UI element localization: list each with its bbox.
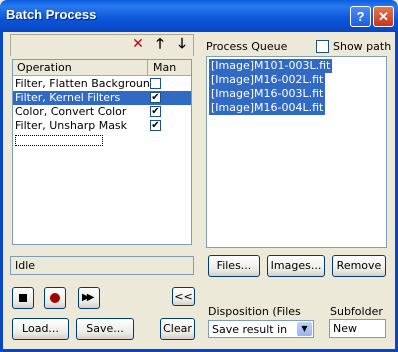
disposition-select[interactable]: Save result in ▼: [208, 320, 314, 338]
title-bar: Batch Process ? ✕: [0, 0, 398, 32]
files-button[interactable]: Files...: [208, 255, 260, 277]
stop-icon: [19, 294, 27, 302]
subfolder-input[interactable]: New: [329, 319, 386, 338]
save-button[interactable]: Save...: [76, 318, 134, 340]
show-path-label[interactable]: Show path: [333, 40, 391, 53]
operation-name: Filter, Flatten Background: [15, 77, 157, 90]
operation-name: Filter, Kernel Filters: [15, 91, 121, 104]
window-title: Batch Process: [6, 7, 97, 22]
load-button[interactable]: Load...: [12, 318, 69, 340]
manual-checkbox[interactable]: [150, 78, 161, 89]
column-operation[interactable]: Operation: [13, 60, 148, 76]
operation-row[interactable]: Color, Convert Color ✔: [13, 105, 191, 119]
show-path-checkbox[interactable]: [316, 40, 329, 53]
operation-list-header: Operation Man: [13, 60, 191, 76]
record-button[interactable]: [44, 287, 66, 309]
clear-button[interactable]: Clear: [160, 318, 195, 340]
fast-forward-icon: ▶▶: [82, 292, 95, 303]
queue-item[interactable]: [Image]M101-003L.fit: [209, 59, 333, 73]
run-button[interactable]: ▶▶: [78, 287, 100, 309]
images-button[interactable]: Images...: [267, 255, 325, 277]
arrow-up-icon[interactable]: 🡑: [152, 36, 168, 52]
queue-item[interactable]: [Image]M16-004L.fit: [209, 101, 326, 115]
operation-row-selected[interactable]: Filter, Kernel Filters ✔: [13, 91, 191, 105]
disposition-label: Disposition (Files: [208, 305, 301, 318]
manual-checkbox[interactable]: ✔: [150, 106, 161, 117]
close-button[interactable]: ✕: [373, 6, 394, 27]
remove-button[interactable]: Remove: [332, 255, 386, 277]
operation-row[interactable]: Filter, Flatten Background: [13, 77, 191, 91]
stop-button[interactable]: [12, 287, 34, 309]
disposition-value: Save result in: [212, 323, 288, 336]
queue-item[interactable]: [Image]M16-002L.fit: [209, 73, 326, 87]
record-icon: [50, 293, 60, 303]
operation-name: Color, Convert Color: [15, 105, 127, 118]
delete-icon[interactable]: ✕: [130, 36, 146, 52]
collapse-button[interactable]: <<: [172, 287, 195, 306]
chevron-down-icon[interactable]: ▼: [297, 322, 312, 336]
queue-item[interactable]: [Image]M16-003L.fit: [209, 87, 326, 101]
operation-row[interactable]: Filter, Unsharp Mask ✔: [13, 119, 191, 133]
arrow-down-icon[interactable]: 🡓: [174, 36, 190, 52]
manual-checkbox[interactable]: ✔: [150, 92, 161, 103]
subfolder-label: Subfolder: [330, 305, 383, 318]
manual-checkbox[interactable]: ✔: [150, 120, 161, 131]
process-queue-label: Process Queue: [206, 40, 288, 53]
operation-name: Filter, Unsharp Mask: [15, 119, 128, 132]
status-field: Idle: [10, 256, 194, 275]
help-button[interactable]: ?: [350, 6, 371, 27]
new-operation-slot[interactable]: [15, 135, 103, 146]
column-man[interactable]: Man: [149, 60, 191, 76]
operation-list[interactable]: Operation Man Filter, Flatten Background…: [12, 59, 192, 245]
process-queue-list[interactable]: [Image]M101-003L.fit [Image]M16-002L.fit…: [206, 56, 387, 248]
